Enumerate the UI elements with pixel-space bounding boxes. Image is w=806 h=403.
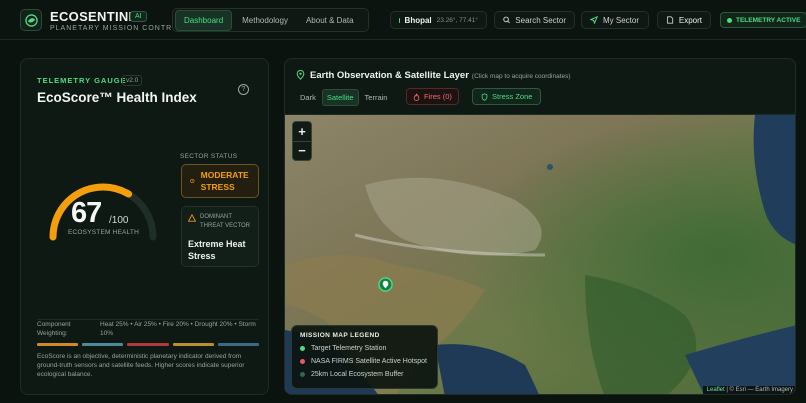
map-legend: MISSION MAP LEGEND Target Telemetry Stat…	[291, 325, 438, 389]
shield-icon	[481, 92, 488, 101]
tab-methodology[interactable]: Methodology	[234, 11, 296, 30]
location-coords: 23.26°, 77.41°	[436, 16, 478, 24]
telemetry-dot-icon	[727, 17, 732, 23]
app-logo[interactable]	[20, 9, 42, 31]
ecoscore-panel: TELEMETRY GAUGE v2.0 EcoScore™ Health In…	[20, 58, 269, 395]
search-icon	[503, 16, 510, 24]
legend-label: NASA FIRMS Satellite Active Hotspot	[311, 358, 427, 365]
my-sector-label: My Sector	[603, 15, 640, 25]
threat-label: DOMINANT THREAT VECTOR	[200, 214, 251, 229]
basemap-switcher: Dark Satellite Terrain	[296, 88, 391, 106]
legend-label: Target Telemetry Station	[311, 345, 387, 352]
legend-item: NASA FIRMS Satellite Active Hotspot	[300, 358, 429, 365]
stress-zone-toggle[interactable]: Stress Zone	[472, 88, 542, 105]
telemetry-active-badge: TELEMETRY ACTIVE	[720, 12, 806, 28]
main-nav: Dashboard Methodology About & Data	[172, 8, 369, 32]
legend-dot-station	[300, 346, 305, 351]
legend-label: 25km Local Ecosystem Buffer	[311, 371, 404, 378]
ecoscore-value: 67	[71, 197, 102, 229]
lake-marker	[547, 164, 553, 170]
map-attribution: Leaflet | © Esri — Earth Imagery	[702, 386, 795, 394]
tab-dashboard[interactable]: Dashboard	[175, 9, 233, 31]
legend-item: Target Telemetry Station	[300, 345, 429, 352]
layer-terrain[interactable]: Terrain	[361, 90, 392, 105]
telemetry-label: TELEMETRY ACTIVE	[736, 16, 801, 24]
panel-title: EcoScore™ Health Index	[37, 90, 197, 105]
export-label: Export	[678, 15, 702, 25]
legend-dot-hotspot	[300, 359, 305, 364]
search-sector-label: Search Sector	[515, 15, 566, 25]
help-icon[interactable]: ?	[238, 84, 249, 95]
leaflet-link[interactable]: Leaflet	[707, 387, 725, 393]
map-title: Earth Observation & Satellite Layer (Clic…	[310, 70, 571, 81]
weighting-value: Heat 25% • Air 25% • Fire 20% • Drought …	[100, 321, 256, 337]
tab-about-data[interactable]: About & Data	[298, 11, 362, 30]
weighting-label: Component Weighting:	[37, 321, 71, 337]
ecoscore-max: /100	[109, 215, 129, 226]
weight-bar-heat	[37, 343, 79, 346]
live-dot-icon	[399, 17, 400, 23]
globe-leaf-icon	[24, 13, 38, 27]
fires-toggle[interactable]: Fires (0)	[406, 88, 459, 105]
esri-attribution: | © Esri — Earth Imagery	[726, 387, 793, 393]
navigation-arrow-icon	[590, 16, 598, 24]
map-hint: (Click map to acquire coordinates)	[471, 73, 571, 80]
warning-triangle-icon	[188, 214, 196, 222]
layer-satellite[interactable]: Satellite	[321, 88, 359, 106]
app-tagline: PLANETARY MISSION CONTROL	[50, 25, 184, 32]
legend-title: MISSION MAP LEGEND	[300, 332, 380, 339]
sector-status-value: MODERATE STRESS	[200, 170, 249, 192]
threat-value: Extreme Heat Stress	[188, 239, 246, 261]
legend-item: 25km Local Ecosystem Buffer	[300, 371, 429, 378]
location-name: Bhopal	[404, 15, 432, 25]
component-weighting: Component Weighting: Heat 25% • Air 25% …	[37, 319, 260, 346]
satellite-map[interactable]: + − MISSION MAP LEGEND Target Telemetry …	[285, 114, 795, 394]
ecoscore-caption: ECOSYSTEM HEALTH	[68, 229, 139, 236]
zoom-out-button[interactable]: −	[293, 142, 311, 161]
layer-dark[interactable]: Dark	[296, 90, 320, 105]
export-button[interactable]: Export	[657, 11, 711, 29]
zoom-in-button[interactable]: +	[293, 122, 311, 142]
flame-icon	[413, 93, 420, 101]
zoom-controls: + −	[292, 121, 312, 161]
legend-dot-buffer	[300, 372, 305, 377]
weight-bar-storm	[217, 343, 260, 346]
version-badge: v2.0	[122, 75, 143, 86]
weighting-bars	[37, 343, 260, 346]
sector-status-badge: MODERATE STRESS	[181, 164, 259, 198]
location-indicator[interactable]: Bhopal 23.26°, 77.41°	[390, 11, 487, 29]
document-icon	[667, 16, 674, 24]
ecoscore-description: EcoScore is an objective, deterministic …	[37, 353, 245, 378]
top-header: ECOSENTINEL AI PLANETARY MISSION CONTROL…	[0, 0, 806, 40]
map-panel: Earth Observation & Satellite Layer (Clic…	[284, 58, 796, 395]
telemetry-station-marker[interactable]	[378, 277, 393, 292]
ai-badge: AI	[130, 11, 147, 22]
my-sector-button[interactable]: My Sector	[581, 11, 649, 29]
stress-zone-label: Stress Zone	[492, 92, 533, 101]
weight-bar-air	[82, 343, 124, 346]
map-pin-icon	[296, 70, 305, 80]
alert-circle-icon	[190, 178, 195, 184]
ecoscore-gauge	[49, 183, 157, 241]
dominant-threat-card: DOMINANT THREAT VECTOR Extreme Heat Stre…	[181, 206, 259, 267]
gauge-eyebrow: TELEMETRY GAUGE	[37, 76, 127, 85]
fires-label: Fires (0)	[424, 92, 452, 101]
weight-bar-fire	[127, 343, 169, 346]
weight-bar-drought	[172, 343, 214, 346]
sector-status-label: SECTOR STATUS	[180, 153, 238, 160]
map-title-text: Earth Observation & Satellite Layer	[310, 70, 469, 81]
search-sector-button[interactable]: Search Sector	[494, 11, 575, 29]
